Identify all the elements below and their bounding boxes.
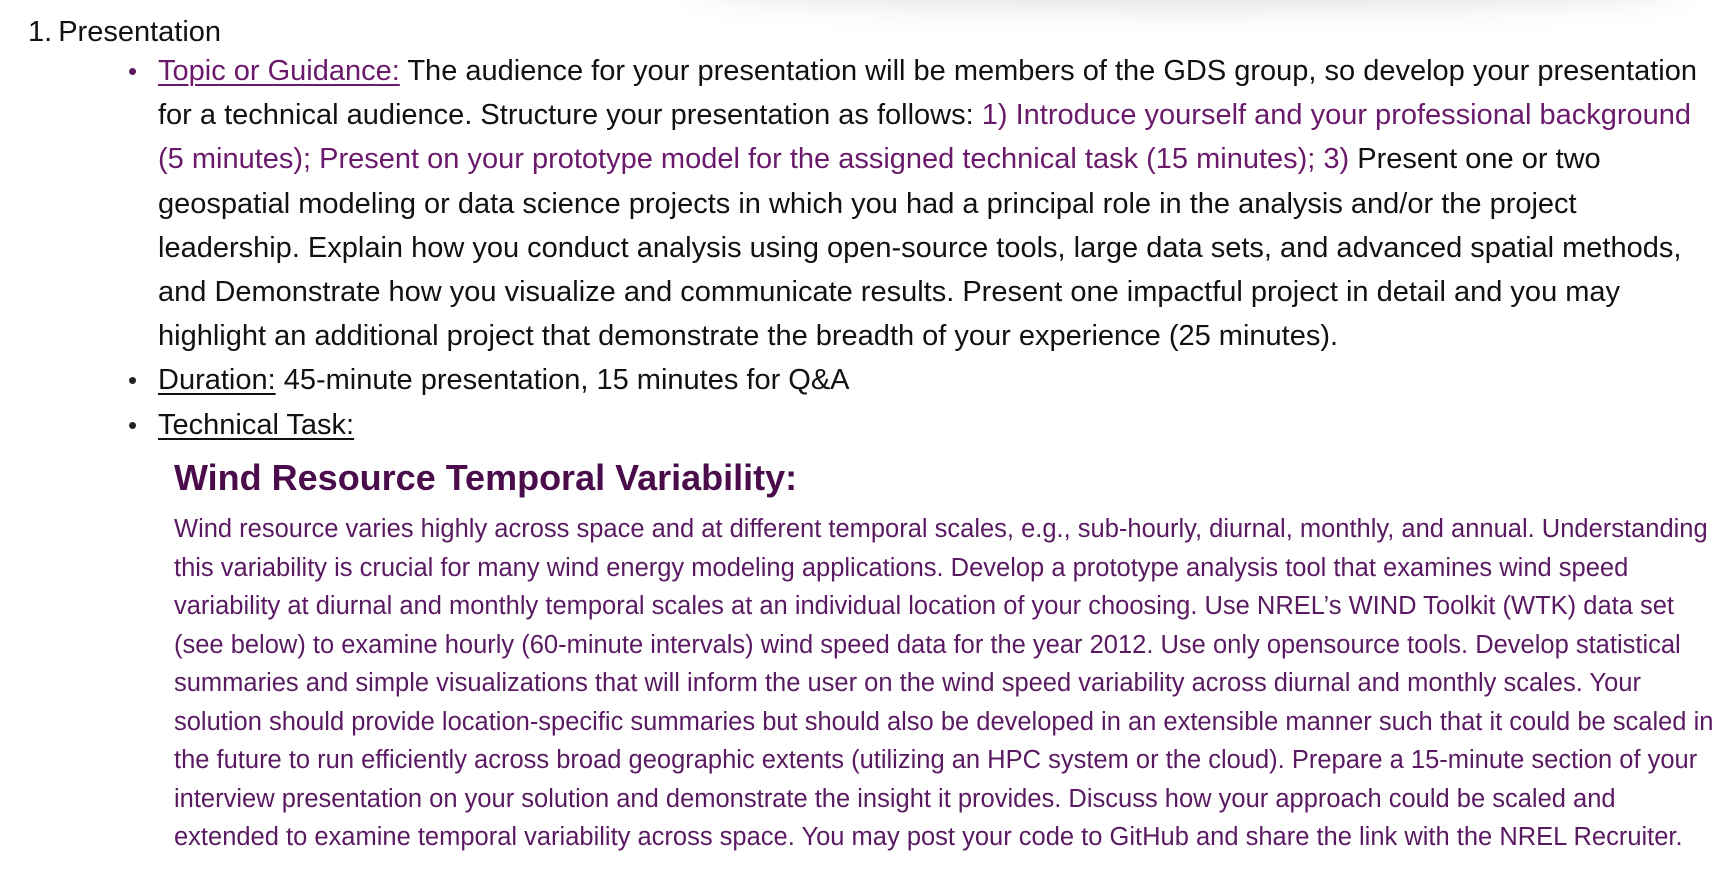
section-number: 1. [28, 16, 53, 48]
topic-label: Topic or Guidance: [158, 55, 400, 87]
duration-label: Duration: [158, 364, 276, 397]
list-item-topic: • Topic or Guidance: The audience for yo… [128, 49, 1718, 358]
bullet-dot-icon: • [128, 56, 138, 86]
section-title: Presentation [58, 16, 222, 48]
technical-task-label: Technical Task: [158, 408, 355, 441]
list-item-duration: • Duration: 45-minute presentation, 15 m… [128, 358, 1718, 402]
duration-text: 45-minute presentation, 15 minutes for Q… [275, 364, 850, 397]
window-shadow [690, 0, 1690, 6]
technical-task-block: Wind Resource Temporal Variability: Wind… [174, 452, 1719, 857]
bullet-dot-icon: • [128, 409, 138, 440]
list-item-technical-task: • Technical Task: [128, 403, 1718, 447]
task-heading: Wind Resource Temporal Variability: [174, 457, 798, 498]
bullet-dot-icon: • [128, 365, 138, 396]
requirements-list: • Topic or Guidance: The audience for yo… [128, 49, 1718, 447]
task-description: Wind resource varies highly across space… [174, 515, 1714, 851]
section-heading: 1. Presentation [28, 10, 221, 54]
